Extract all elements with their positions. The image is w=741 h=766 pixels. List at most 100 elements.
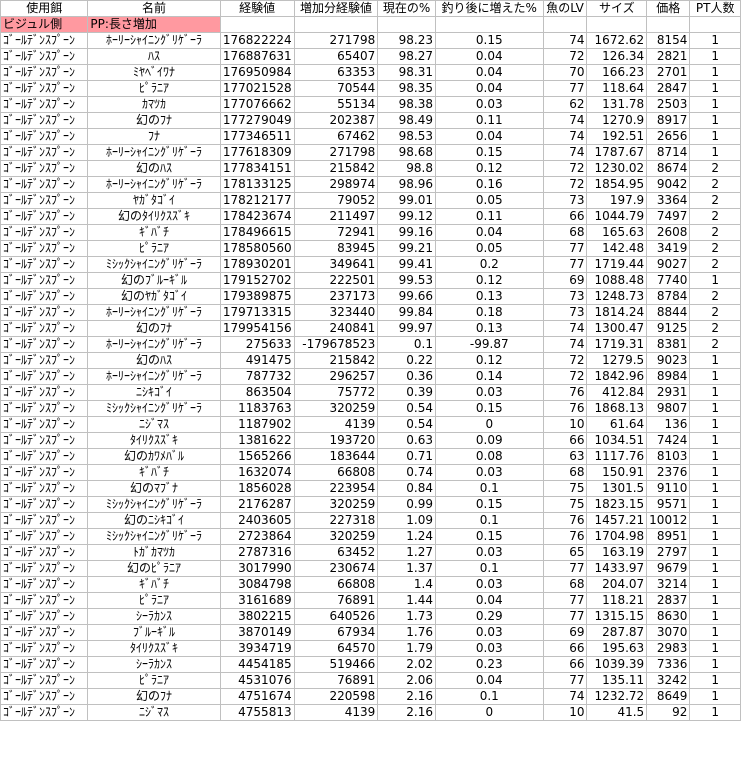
fish-level-cell[interactable]: 65 xyxy=(542,544,588,561)
size-cell[interactable]: 1044.79 xyxy=(586,208,648,225)
percent-gain-cell[interactable]: 0.11 xyxy=(434,112,544,129)
exp-cell[interactable]: 177279049 xyxy=(219,112,295,129)
exp-cell[interactable]: 178423674 xyxy=(219,208,295,225)
exp-cell[interactable]: 863504 xyxy=(219,384,295,401)
current-percent-cell[interactable]: 98.31 xyxy=(377,64,436,81)
exp-gain-cell[interactable]: 67462 xyxy=(293,128,379,145)
fish-name-cell[interactable]: ﾎｰﾘｰｼｬｲﾆﾝｸﾞﾘｹﾞｰﾗ xyxy=(87,176,221,193)
bait-cell[interactable]: ｺﾞｰﾙﾃﾞﾝｽﾌﾟｰﾝ xyxy=(0,448,89,465)
size-cell[interactable]: 1868.13 xyxy=(586,400,648,417)
exp-cell[interactable]: 178496615 xyxy=(219,224,295,241)
size-cell[interactable]: 131.78 xyxy=(586,96,648,113)
fish-name-cell[interactable]: ﾌﾞﾙｰｷﾞﾙ xyxy=(87,624,221,641)
bait-cell[interactable]: ｺﾞｰﾙﾃﾞﾝｽﾌﾟｰﾝ xyxy=(0,672,89,689)
empty-cell[interactable] xyxy=(542,16,588,33)
exp-cell[interactable]: 178212177 xyxy=(219,192,295,209)
price-cell[interactable]: 7740 xyxy=(646,272,691,289)
col-header-fish-level[interactable]: 魚のLV xyxy=(542,0,588,17)
fish-name-cell[interactable]: ﾐｼｯｸｼｬｲﾆﾝｸﾞﾘｹﾞｰﾗ xyxy=(87,528,221,545)
exp-gain-cell[interactable]: 215842 xyxy=(293,160,379,177)
bait-cell[interactable]: ｺﾞｰﾙﾃﾞﾝｽﾌﾟｰﾝ xyxy=(0,112,89,129)
party-size-cell[interactable]: 2 xyxy=(689,288,741,305)
size-cell[interactable]: 118.21 xyxy=(586,592,648,609)
exp-cell[interactable]: 177618309 xyxy=(219,144,295,161)
fish-level-cell[interactable]: 72 xyxy=(542,160,588,177)
bait-cell[interactable]: ｺﾞｰﾙﾃﾞﾝｽﾌﾟｰﾝ xyxy=(0,208,89,225)
percent-gain-cell[interactable]: 0.12 xyxy=(434,160,544,177)
price-cell[interactable]: 3070 xyxy=(646,624,691,641)
exp-cell[interactable]: 3017990 xyxy=(219,560,295,577)
fish-name-cell[interactable]: ﾐｼｯｸｼｬｲﾆﾝｸﾞﾘｹﾞｰﾗ xyxy=(87,256,221,273)
fish-level-cell[interactable]: 77 xyxy=(542,608,588,625)
price-cell[interactable]: 2847 xyxy=(646,80,691,97)
fish-level-cell[interactable]: 69 xyxy=(542,624,588,641)
current-percent-cell[interactable]: 99.97 xyxy=(377,320,436,337)
party-size-cell[interactable]: 1 xyxy=(689,512,741,529)
size-cell[interactable]: 135.11 xyxy=(586,672,648,689)
exp-gain-cell[interactable]: 193720 xyxy=(293,432,379,449)
bait-cell[interactable]: ｺﾞｰﾙﾃﾞﾝｽﾌﾟｰﾝ xyxy=(0,192,89,209)
bait-cell[interactable]: ｺﾞｰﾙﾃﾞﾝｽﾌﾟｰﾝ xyxy=(0,432,89,449)
percent-gain-cell[interactable]: 0.04 xyxy=(434,224,544,241)
fish-level-cell[interactable]: 74 xyxy=(542,32,588,49)
bait-cell[interactable]: ｺﾞｰﾙﾃﾞﾝｽﾌﾟｰﾝ xyxy=(0,80,89,97)
exp-gain-cell[interactable]: 349641 xyxy=(293,256,379,273)
fish-name-cell[interactable]: ﾆｼﾞﾏｽ xyxy=(87,704,221,721)
exp-cell[interactable]: 178930201 xyxy=(219,256,295,273)
fish-level-cell[interactable]: 77 xyxy=(542,672,588,689)
fish-level-cell[interactable]: 77 xyxy=(542,256,588,273)
exp-cell[interactable]: 1632074 xyxy=(219,464,295,481)
exp-gain-cell[interactable]: 271798 xyxy=(293,32,379,49)
size-cell[interactable]: 287.87 xyxy=(586,624,648,641)
price-cell[interactable]: 3419 xyxy=(646,240,691,257)
price-cell[interactable]: 92 xyxy=(646,704,691,721)
party-size-cell[interactable]: 1 xyxy=(689,704,741,721)
exp-cell[interactable]: 1565266 xyxy=(219,448,295,465)
percent-gain-cell[interactable]: 0.1 xyxy=(434,512,544,529)
price-cell[interactable]: 8649 xyxy=(646,688,691,705)
bait-cell[interactable]: ｺﾞｰﾙﾃﾞﾝｽﾌﾟｰﾝ xyxy=(0,48,89,65)
price-cell[interactable]: 8103 xyxy=(646,448,691,465)
price-cell[interactable]: 2608 xyxy=(646,224,691,241)
current-percent-cell[interactable]: 0.71 xyxy=(377,448,436,465)
fish-name-cell[interactable]: ﾎｰﾘｰｼｬｲﾆﾝｸﾞﾘｹﾞｰﾗ xyxy=(87,144,221,161)
bait-cell[interactable]: ｺﾞｰﾙﾃﾞﾝｽﾌﾟｰﾝ xyxy=(0,656,89,673)
party-size-cell[interactable]: 1 xyxy=(689,656,741,673)
fish-level-cell[interactable]: 66 xyxy=(542,656,588,673)
price-cell[interactable]: 9125 xyxy=(646,320,691,337)
price-cell[interactable]: 8674 xyxy=(646,160,691,177)
exp-gain-cell[interactable]: 230674 xyxy=(293,560,379,577)
percent-gain-cell[interactable]: 0.04 xyxy=(434,128,544,145)
fish-name-cell[interactable]: ﾋﾟﾗﾆｱ xyxy=(87,240,221,257)
party-size-cell[interactable]: 2 xyxy=(689,304,741,321)
size-cell[interactable]: 126.34 xyxy=(586,48,648,65)
fish-name-cell[interactable]: 幻のﾋﾟﾗﾆｱ xyxy=(87,560,221,577)
exp-gain-cell[interactable]: 83945 xyxy=(293,240,379,257)
price-cell[interactable]: 2931 xyxy=(646,384,691,401)
fish-level-cell[interactable]: 74 xyxy=(542,144,588,161)
party-size-cell[interactable]: 1 xyxy=(689,480,741,497)
price-cell[interactable]: 8381 xyxy=(646,336,691,353)
bait-cell[interactable]: ｺﾞｰﾙﾃﾞﾝｽﾌﾟｰﾝ xyxy=(0,624,89,641)
fish-name-cell[interactable]: ﾐﾔﾍﾞｲﾜﾅ xyxy=(87,64,221,81)
fish-level-cell[interactable]: 10 xyxy=(542,704,588,721)
current-percent-cell[interactable]: 1.27 xyxy=(377,544,436,561)
current-percent-cell[interactable]: 1.37 xyxy=(377,560,436,577)
current-percent-cell[interactable]: 2.16 xyxy=(377,704,436,721)
col-header-price[interactable]: 価格 xyxy=(646,0,691,17)
percent-gain-cell[interactable]: 0.03 xyxy=(434,640,544,657)
exp-gain-cell[interactable]: 640526 xyxy=(293,608,379,625)
party-size-cell[interactable]: 1 xyxy=(689,32,741,49)
fish-level-cell[interactable]: 10 xyxy=(542,416,588,433)
exp-cell[interactable]: 4454185 xyxy=(219,656,295,673)
bait-cell[interactable]: ｺﾞｰﾙﾃﾞﾝｽﾌﾟｰﾝ xyxy=(0,240,89,257)
current-percent-cell[interactable]: 1.44 xyxy=(377,592,436,609)
empty-cell[interactable] xyxy=(689,16,741,33)
size-cell[interactable]: 1230.02 xyxy=(586,160,648,177)
party-size-cell[interactable]: 2 xyxy=(689,208,741,225)
exp-cell[interactable]: 1183763 xyxy=(219,400,295,417)
fish-name-cell[interactable]: 幻のﾔｶﾞﾀｺﾞｲ xyxy=(87,288,221,305)
size-cell[interactable]: 1457.21 xyxy=(586,512,648,529)
exp-gain-cell[interactable]: 222501 xyxy=(293,272,379,289)
percent-gain-cell[interactable]: 0.15 xyxy=(434,528,544,545)
